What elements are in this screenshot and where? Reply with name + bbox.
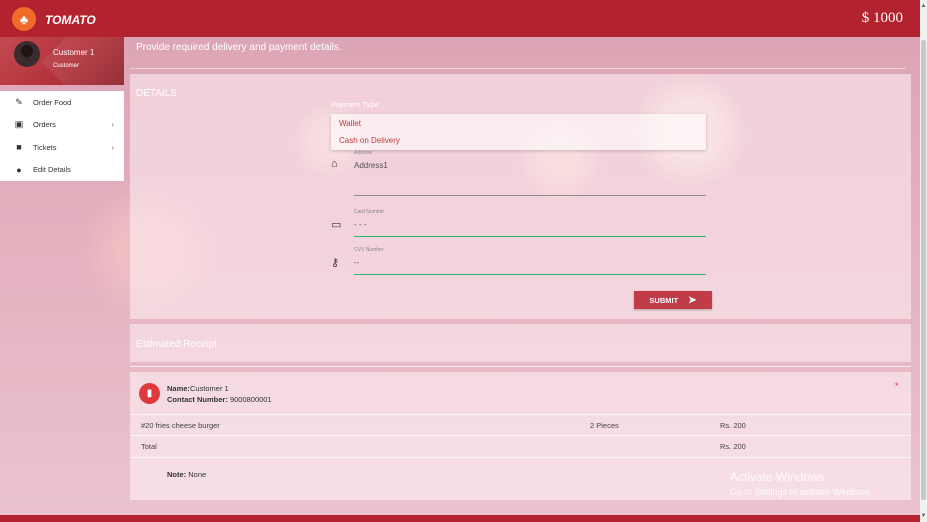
payment-option-cash-on-delivery[interactable]: Cash on Delivery — [339, 136, 400, 145]
cvv-underline — [354, 274, 706, 275]
total-label: Total — [141, 442, 157, 451]
sidebar-menu: ✎ Order Food ▣ Orders › ■ Tickets › ● Ed… — [0, 91, 124, 181]
receipt-icon: ▮ — [139, 383, 160, 404]
scroll-down-icon[interactable]: ▼ — [920, 512, 927, 520]
details-card — [130, 74, 911, 319]
item-name: #20 fries cheese burger — [141, 421, 220, 430]
person-icon: ● — [16, 164, 22, 175]
key-icon: ⚷ — [331, 257, 340, 269]
sidebar: Customer 1 Customer ✎ Order Food ▣ Order… — [0, 37, 124, 515]
page-instruction: Provide required delivery and payment de… — [136, 42, 342, 53]
details-title: DETAILS — [136, 88, 177, 99]
send-icon: ➤ — [688, 294, 697, 306]
sidebar-item-label: Orders — [33, 120, 56, 130]
item-price: Rs. 200 — [720, 421, 746, 430]
bottom-bar — [0, 515, 920, 522]
chevron-right-icon: › — [111, 120, 114, 130]
vertical-scrollbar[interactable]: ▲ ▼ — [920, 0, 927, 522]
payment-type-label: Payment Type — [331, 100, 379, 109]
card-number-underline — [354, 236, 706, 237]
sidebar-item-label: Order Food — [33, 97, 72, 107]
activate-windows-title: Activate Windows — [730, 470, 825, 484]
sidebar-item-label: Edit Details — [33, 165, 71, 175]
divider — [130, 68, 906, 69]
address-label: Address — [354, 150, 373, 156]
pencil-icon: ✎ — [15, 96, 23, 107]
sidebar-item-tickets[interactable]: ■ Tickets › — [0, 136, 124, 159]
card-number-label: Card Number — [354, 209, 385, 215]
payment-option-wallet[interactable]: Wallet — [339, 119, 361, 128]
receipt-contact-number: Contact Number: 9000800001 — [167, 395, 272, 404]
receipt-title: Estimated Receipt — [136, 339, 218, 350]
brand-name[interactable]: TOMATO — [45, 13, 96, 27]
receipt-note: Note: None — [167, 470, 207, 479]
profile-card: Customer 1 Customer — [0, 37, 124, 85]
chevron-right-icon: › — [111, 142, 114, 152]
divider — [130, 457, 911, 458]
home-icon: ⌂ — [331, 158, 338, 170]
sidebar-item-edit-details[interactable]: ● Edit Details — [0, 159, 124, 182]
address-underline — [354, 195, 706, 196]
cvv-label: CVV Number — [354, 247, 384, 253]
chat-icon: ■ — [16, 142, 22, 153]
address-field[interactable]: Address1 — [354, 161, 388, 170]
top-bar: ♣ TOMATO $ 1000 — [0, 0, 920, 37]
star-icon: * — [895, 381, 899, 391]
receipt-title-card — [130, 324, 911, 362]
receipt-customer-name: Name:Customer 1 — [167, 384, 229, 393]
submit-button[interactable]: SUBMIT ➤ — [634, 291, 712, 309]
tomato-logo-icon[interactable]: ♣ — [12, 7, 36, 31]
wallet-balance: $ 1000 — [861, 10, 903, 26]
avatar[interactable] — [14, 41, 40, 67]
scrollbar-thumb[interactable] — [921, 40, 926, 500]
submit-label: SUBMIT — [649, 295, 679, 305]
item-quantity: 2 Pieces — [590, 421, 619, 430]
card-number-field[interactable]: - - - — [354, 220, 366, 229]
divider — [130, 414, 911, 415]
cvv-field[interactable]: -- — [354, 258, 359, 267]
profile-role: Customer — [53, 63, 80, 69]
profile-decoration — [41, 37, 124, 85]
profile-name: Customer 1 — [53, 48, 95, 57]
activate-windows-subtitle: Go to Settings to activate Windows. — [730, 487, 873, 497]
scroll-up-icon[interactable]: ▲ — [920, 2, 927, 10]
divider — [130, 366, 911, 367]
sidebar-item-label: Tickets — [33, 142, 57, 152]
total-value: Rs. 200 — [720, 442, 746, 451]
calendar-icon: ▣ — [14, 119, 24, 130]
divider — [130, 435, 911, 436]
credit-card-icon: ▭ — [331, 219, 342, 231]
sidebar-item-order-food[interactable]: ✎ Order Food — [0, 91, 124, 114]
sidebar-item-orders[interactable]: ▣ Orders › — [0, 114, 124, 137]
payment-type-dropdown: Wallet Cash on Delivery — [331, 114, 706, 150]
